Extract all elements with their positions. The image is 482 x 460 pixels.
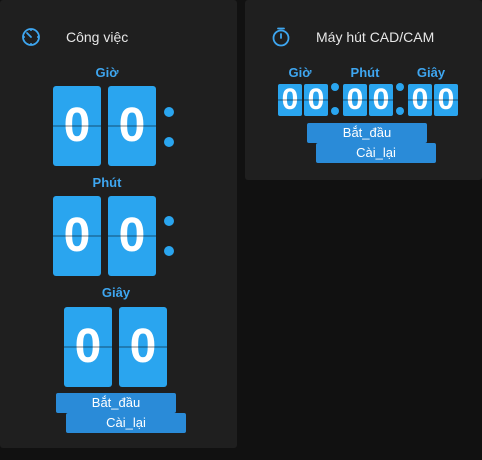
start-button[interactable]: Bắt_đầu bbox=[56, 393, 176, 413]
colon-dot bbox=[164, 107, 174, 117]
reset-button[interactable]: Cài_lại bbox=[316, 143, 436, 163]
colon-dot bbox=[164, 216, 174, 226]
colon-dot bbox=[396, 83, 404, 91]
timer-icon bbox=[20, 26, 42, 48]
seconds-label: Giây bbox=[416, 65, 446, 80]
colon-dot bbox=[164, 246, 174, 256]
seconds-digit: 0 bbox=[408, 84, 432, 116]
card-title: Máy hút CAD/CAM bbox=[316, 29, 435, 45]
stopwatch-icon bbox=[270, 26, 292, 48]
hours-label: Giờ bbox=[95, 65, 119, 80]
colon-dot bbox=[164, 137, 174, 147]
seconds-label: Giây bbox=[101, 285, 131, 300]
minutes-digit: 0 bbox=[343, 84, 367, 116]
hours-digit: 0 bbox=[304, 84, 328, 116]
colon-dot bbox=[331, 83, 339, 91]
colon-dot bbox=[396, 107, 404, 115]
hours-label: Giờ bbox=[288, 65, 312, 80]
card-title: Công việc bbox=[66, 29, 129, 45]
minutes-digit: 0 bbox=[369, 84, 393, 116]
minutes-digit: 0 bbox=[53, 196, 101, 276]
seconds-digit: 0 bbox=[64, 307, 112, 387]
work-timer-card: Công việc Giờ 0 0 Phút 0 0 Giây 0 0 Bắt_… bbox=[0, 0, 237, 448]
minutes-label: Phút bbox=[92, 175, 122, 190]
seconds-digit: 0 bbox=[434, 84, 458, 116]
colon-dot bbox=[331, 107, 339, 115]
minutes-digit: 0 bbox=[108, 196, 156, 276]
cadcam-timer-card: Máy hút CAD/CAM Giờ Phút Giây 0 0 0 0 0 … bbox=[245, 0, 482, 180]
minutes-label: Phút bbox=[350, 65, 380, 80]
hours-digit: 0 bbox=[108, 86, 156, 166]
reset-button[interactable]: Cài_lại bbox=[66, 413, 186, 433]
start-button[interactable]: Bắt_đầu bbox=[307, 123, 427, 143]
hours-digit: 0 bbox=[278, 84, 302, 116]
seconds-digit: 0 bbox=[119, 307, 167, 387]
hours-digit: 0 bbox=[53, 86, 101, 166]
